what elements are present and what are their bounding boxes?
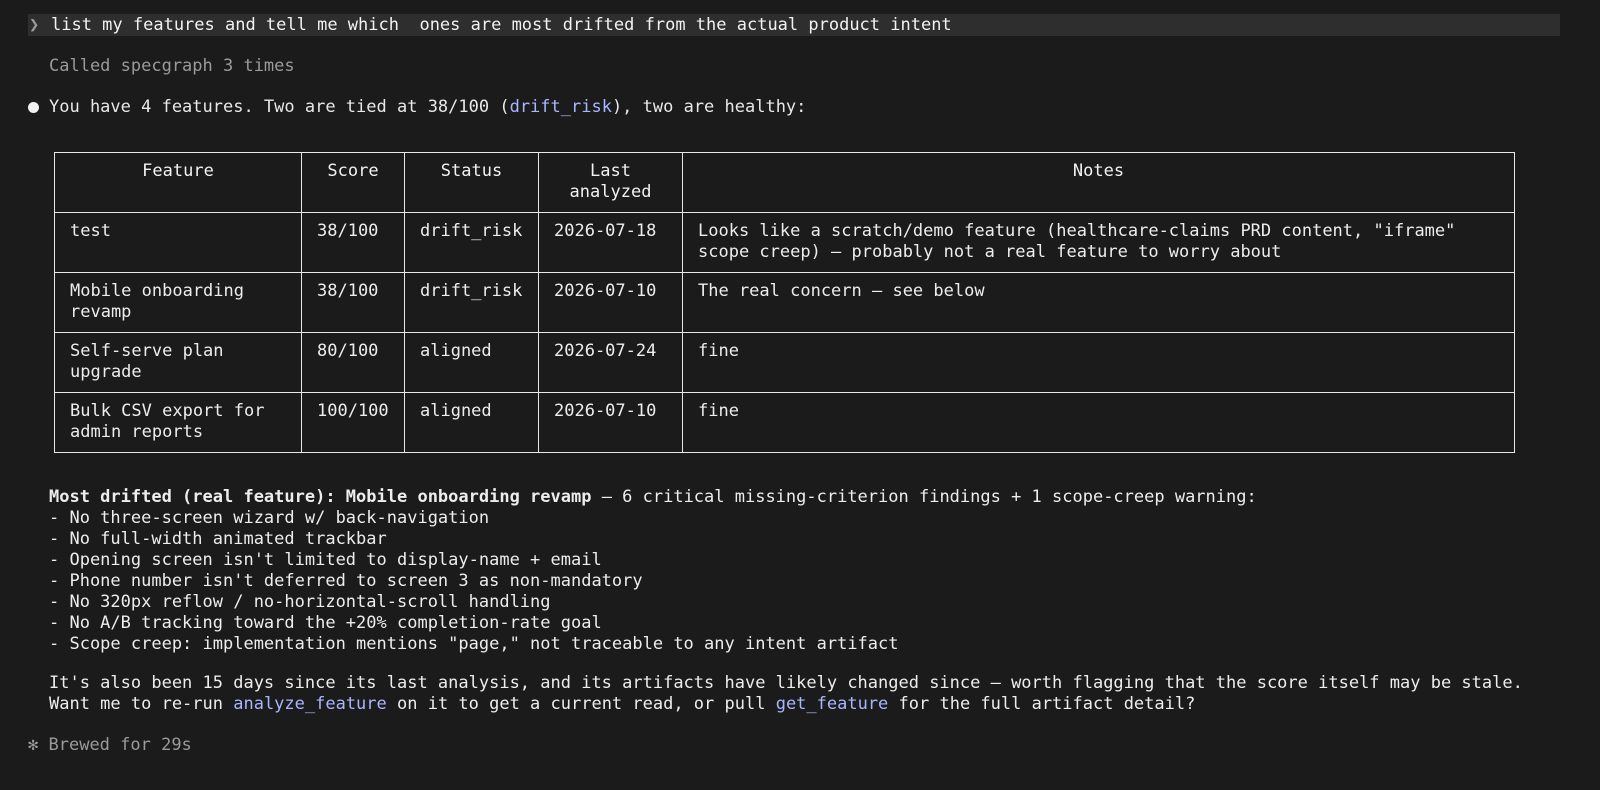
status-cell: drift_risk [404, 272, 539, 333]
tool-call-summary: Called specgraph 3 times [49, 56, 295, 76]
status-cell: aligned [404, 332, 539, 393]
followup-text: Want me to re-run [49, 694, 234, 714]
table-row: Mobile onboarding revamp 38/100 drift_ri… [54, 272, 1515, 333]
last-analyzed-cell: 2026-07-18 [538, 212, 683, 273]
feature-name-cell: Bulk CSV export for admin reports [54, 392, 302, 453]
status-cell: drift_risk [404, 212, 539, 273]
column-header-status: Status [404, 152, 539, 213]
table-row: Bulk CSV export for admin reports 100/10… [54, 392, 1515, 453]
table-row: Self-serve plan upgrade 80/100 aligned 2… [54, 332, 1515, 393]
list-item: - No 320px reflow / no-horizontal-scroll… [49, 592, 551, 612]
notes-cell: fine [682, 392, 1515, 453]
summary-heading: Most drifted (real feature): Mobile onbo… [49, 487, 1257, 508]
list-item: - No full-width animated trackbar [49, 529, 387, 549]
score-cell: 38/100 [301, 212, 405, 273]
analyze-feature-code: analyze_feature [233, 694, 387, 714]
drift-summary: Most drifted (real feature): Mobile onbo… [49, 487, 1257, 655]
column-header-last-analyzed: Last analyzed [538, 152, 683, 213]
status-cell: aligned [404, 392, 539, 453]
column-header-notes: Notes [682, 152, 1515, 213]
list-item: - Scope creep: implementation mentions "… [49, 634, 899, 654]
features-table: Feature Score Status Last analyzed Notes… [54, 152, 1515, 453]
followup-text: on it to get a current read, or pull [386, 694, 776, 714]
notes-cell: fine [682, 332, 1515, 393]
summary-heading-bold: Most drifted (real feature): Mobile onbo… [49, 487, 592, 507]
feature-name-cell: Self-serve plan upgrade [54, 332, 302, 393]
followup-text: for the full artifact detail? [888, 694, 1196, 714]
intro-text-after: ), two are healthy: [611, 97, 807, 117]
list-item: - No A/B tracking toward the +20% comple… [49, 613, 602, 633]
prompt-bar: ❯ list my features and tell me which one… [28, 14, 1560, 36]
score-cell: 80/100 [301, 332, 405, 393]
feature-name-cell: Mobile onboarding revamp [54, 272, 302, 333]
list-item: - Opening screen isn't limited to displa… [49, 550, 602, 570]
list-item: - No three-screen wizard w/ back-navigat… [49, 508, 490, 528]
user-prompt-text: list my features and tell me which ones … [51, 15, 952, 35]
asterisk-spinner-icon: ✻ [28, 735, 39, 755]
feature-name-cell: test [54, 212, 302, 273]
last-analyzed-cell: 2026-07-10 [538, 272, 683, 333]
column-header-feature: Feature [54, 152, 302, 213]
summary-heading-rest: — 6 critical missing-criterion findings … [591, 487, 1257, 507]
followup-line-2: Want me to re-run analyze_feature on it … [49, 694, 1523, 715]
followup-line-1: It's also been 15 days since its last an… [49, 673, 1523, 693]
list-item: - Phone number isn't deferred to screen … [49, 571, 643, 591]
brewed-time-text: Brewed for 29s [48, 735, 192, 755]
bullet-icon [28, 101, 39, 113]
notes-cell: The real concern — see below [682, 272, 1515, 333]
followup-message: It's also been 15 days since its last an… [49, 673, 1523, 715]
chevron-right-icon: ❯ [29, 15, 40, 35]
table-row: test 38/100 drift_risk 2026-07-18 Looks … [54, 212, 1515, 273]
column-header-score: Score [301, 152, 405, 213]
score-cell: 38/100 [301, 272, 405, 333]
score-cell: 100/100 [301, 392, 405, 453]
status-footer: ✻ Brewed for 29s [28, 735, 192, 755]
notes-cell: Looks like a scratch/demo feature (healt… [682, 212, 1515, 273]
intro-text-before: You have 4 features. Two are tied at 38/… [49, 97, 510, 117]
response-intro: You have 4 features. Two are tied at 38/… [28, 97, 806, 117]
intro-code: drift_risk [509, 97, 612, 117]
last-analyzed-cell: 2026-07-10 [538, 392, 683, 453]
last-analyzed-cell: 2026-07-24 [538, 332, 683, 393]
table-header-row: Feature Score Status Last analyzed Notes [54, 152, 1515, 213]
get-feature-code: get_feature [775, 694, 889, 714]
